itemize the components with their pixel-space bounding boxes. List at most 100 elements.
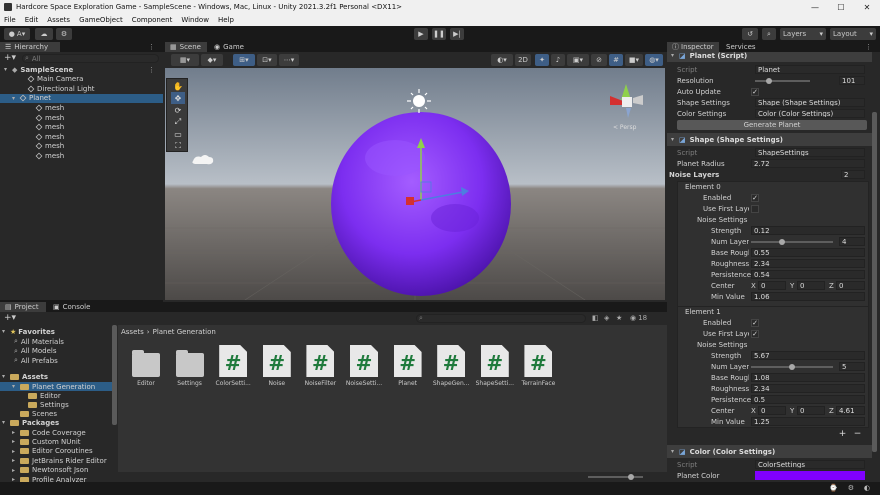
shading-icon[interactable]: ◆▾ — [201, 54, 223, 66]
enabled-checkbox[interactable]: ✓ — [751, 318, 759, 327]
add-element-button[interactable]: + — [839, 429, 847, 439]
num-layers-input[interactable]: 5 — [839, 362, 865, 371]
resolution-input[interactable]: 101 — [839, 76, 865, 85]
menu-assets[interactable]: Assets — [47, 16, 70, 24]
light-icon[interactable]: ✦ — [535, 54, 549, 66]
tab-services[interactable]: Services — [721, 42, 761, 52]
tab-console[interactable]: ▣ Console — [48, 302, 96, 312]
hierarchy-item[interactable]: mesh — [0, 132, 163, 141]
shape-script-field[interactable]: ShapeSettings — [755, 148, 865, 157]
hierarchy-item[interactable]: mesh — [0, 151, 163, 160]
hierarchy-item[interactable]: mesh — [0, 142, 163, 151]
menu-help[interactable]: Help — [218, 16, 234, 24]
favorites-header[interactable]: ▾ ★ Favorites — [2, 327, 55, 336]
expand-arrow-icon[interactable]: ▾ — [12, 383, 20, 390]
packages-header[interactable]: ▾ Packages — [2, 418, 59, 427]
package-item[interactable]: ▸ JetBrains Rider Editor — [0, 456, 112, 465]
hierarchy-item[interactable]: mesh — [0, 103, 163, 112]
resolution-slider-handle[interactable] — [765, 78, 772, 84]
color-script-field[interactable]: ColorSettings — [755, 460, 865, 469]
remove-element-button[interactable]: − — [854, 429, 862, 439]
min-value-input[interactable]: 1.06 — [751, 292, 865, 301]
scale-icon[interactable]: ⤢ — [171, 116, 185, 128]
persistence-input[interactable]: 0.5 — [751, 395, 865, 404]
num-layers-slider[interactable] — [751, 241, 833, 243]
asset-script[interactable]: # ShapeSetti... — [475, 345, 515, 387]
expand-arrow-icon[interactable]: ▾ — [12, 95, 20, 102]
center-x-input[interactable]: 0 — [758, 281, 786, 290]
account-button[interactable]: ● A ▾ — [4, 28, 30, 40]
menu-component[interactable]: Component — [132, 16, 173, 24]
inspector-scrollbar[interactable] — [872, 112, 877, 452]
add-icon[interactable]: +▾ — [4, 53, 16, 63]
color-settings-header[interactable]: ▾ ◪ Color (Color Settings) — [667, 445, 872, 458]
strength-input[interactable]: 0.12 — [751, 226, 865, 235]
package-item[interactable]: ▸ Custom NUnit — [0, 437, 112, 446]
use-first-layer-checkbox[interactable]: ✓ — [751, 329, 759, 338]
asset-script[interactable]: # TerrainFace — [518, 345, 558, 387]
color-settings-field[interactable]: Color (Color Settings) — [755, 109, 865, 118]
base-roughness-input[interactable]: 0.55 — [751, 248, 865, 257]
grid-icon[interactable]: # — [609, 54, 623, 66]
generate-planet-button[interactable]: Generate Planet — [677, 120, 867, 130]
breadcrumb-planet-generation[interactable]: Planet Generation — [153, 328, 216, 336]
more-icon[interactable]: ⋮ — [148, 43, 155, 51]
audio-icon[interactable]: ♪ — [551, 54, 565, 66]
asset-script[interactable]: # Planet — [388, 345, 428, 387]
rotate-icon[interactable]: ⟳ — [171, 104, 185, 116]
center-x-input[interactable]: 0 — [758, 406, 786, 415]
planet-radius-input[interactable]: 2.72 — [751, 159, 865, 168]
favorite-item[interactable]: ⌕ All Prefabs — [14, 356, 58, 365]
hierarchy-search-input[interactable]: ⌕ All — [22, 54, 159, 63]
pivot-icon[interactable]: ⊞▾ — [233, 54, 255, 66]
filter-label-icon[interactable]: ◈ — [604, 314, 609, 322]
shape-settings-header[interactable]: ▾ ◪ Shape (Shape Settings) — [667, 133, 872, 146]
transform-icon[interactable]: ⛶ — [171, 140, 185, 152]
roughness-input[interactable]: 2.34 — [751, 384, 865, 393]
project-search-input[interactable]: ⌕ — [416, 314, 586, 323]
search-icon[interactable]: ⌕ — [762, 28, 776, 40]
menu-file[interactable]: File — [4, 16, 16, 24]
hand-icon[interactable]: ✋ — [171, 80, 185, 92]
center-y-input[interactable]: 0 — [797, 281, 825, 290]
draw-mode-icon[interactable]: ▦▾ — [171, 54, 199, 66]
use-first-layer-checkbox[interactable] — [751, 204, 759, 213]
zoom-slider[interactable] — [588, 476, 643, 478]
roughness-input[interactable]: 2.34 — [751, 259, 865, 268]
eye-icon[interactable]: ◉ 18 — [630, 314, 647, 322]
tab-hierarchy[interactable]: ☰ Hierarchy — [0, 42, 60, 52]
expand-arrow-icon[interactable]: ▸ — [12, 438, 20, 445]
camera-icon[interactable]: ■▾ — [625, 54, 643, 66]
center-z-input[interactable]: 0 — [836, 281, 865, 290]
favorite-item[interactable]: ⌕ All Models — [14, 347, 57, 356]
center-z-input[interactable]: 4.61 — [836, 406, 865, 415]
global-icon[interactable]: ⊡▾ — [257, 54, 277, 66]
planet-script-field[interactable]: Planet — [755, 65, 865, 74]
scene-menu-icon[interactable]: ⋮ — [148, 66, 155, 74]
asset-folder-item[interactable]: Editor — [0, 391, 112, 400]
shape-settings-field[interactable]: Shape (Shape Settings) — [755, 98, 865, 107]
asset-script[interactable]: # NoiseFilter — [300, 345, 340, 387]
hierarchy-item[interactable]: ▾ Planet — [0, 93, 163, 103]
mode-2d-button[interactable]: 2D — [515, 54, 531, 66]
layout-dropdown[interactable]: Layout ▾ — [830, 28, 876, 40]
expand-arrow-icon[interactable]: ▾ — [4, 66, 12, 73]
layers-dropdown[interactable]: Layers ▾ — [780, 28, 826, 40]
center-y-input[interactable]: 0 — [797, 406, 825, 415]
perspective-label[interactable]: < Persp — [613, 124, 637, 131]
collab-icon[interactable]: ⚙ — [56, 28, 72, 40]
effects-icon[interactable]: ▣▾ — [567, 54, 589, 66]
noise-layers-count[interactable]: 2 — [841, 170, 865, 179]
resolution-slider[interactable] — [755, 80, 810, 82]
maximize-icon[interactable]: ☐ — [828, 0, 854, 14]
create-icon[interactable]: +▾ — [4, 313, 16, 323]
package-item[interactable]: ▸ Newtonsoft Json — [0, 466, 112, 475]
minimize-icon[interactable]: — — [802, 0, 828, 14]
assets-header[interactable]: ▾ Assets — [2, 372, 48, 381]
asset-folder-item[interactable]: Settings — [0, 400, 112, 409]
sphere-icon[interactable]: ◐▾ — [491, 54, 513, 66]
package-item[interactable]: ▸ Code Coverage — [0, 428, 112, 437]
close-icon[interactable]: ✕ — [854, 0, 880, 14]
hierarchy-item[interactable]: mesh — [0, 113, 163, 122]
tab-game[interactable]: ◉ Game — [209, 42, 249, 52]
